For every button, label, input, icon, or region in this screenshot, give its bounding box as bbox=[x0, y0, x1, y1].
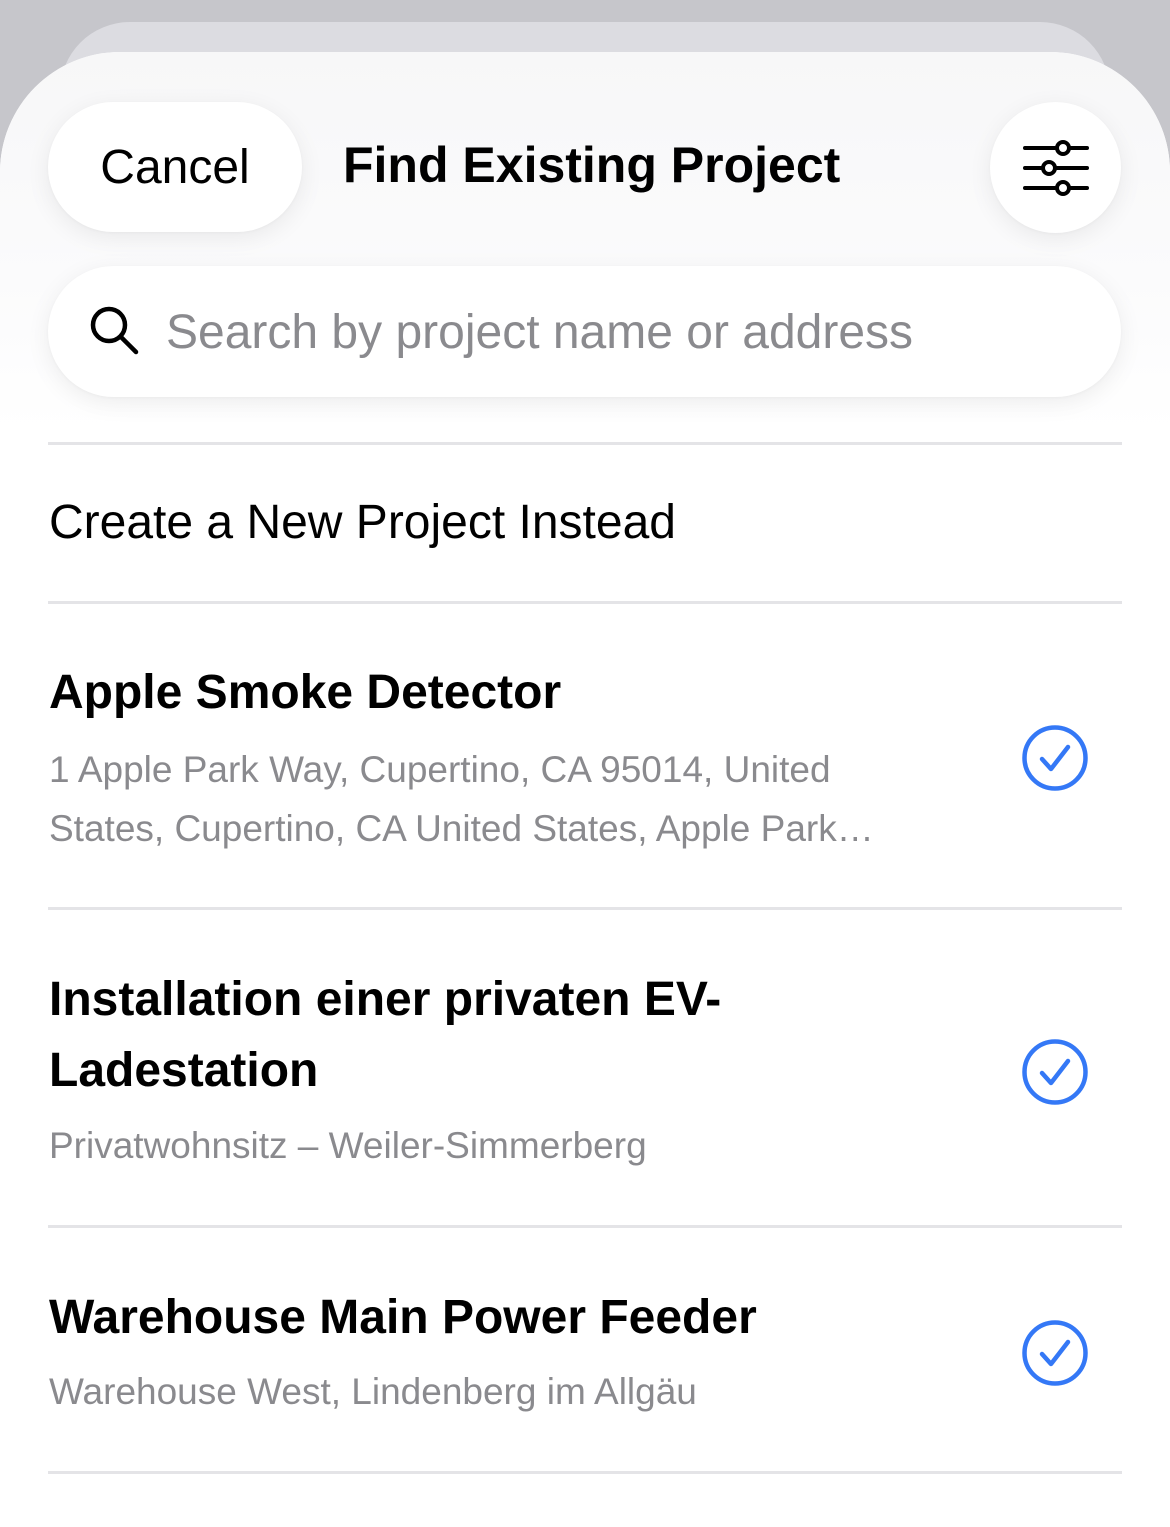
create-new-project-link[interactable]: Create a New Project Instead bbox=[49, 495, 676, 550]
project-address-line-2: States, Cupertino, CA United States, App… bbox=[49, 808, 874, 849]
project-address: Privatwohnsitz – Weiler-Simmerberg bbox=[49, 1125, 647, 1166]
sliders-icon bbox=[1022, 139, 1089, 196]
project-title-line-1: Installation einer privaten EV- bbox=[49, 973, 722, 1026]
checkmark-circle-icon bbox=[1022, 725, 1088, 791]
project-row-ev-ladestation[interactable]: Installation einer privaten EV- Ladestat… bbox=[0, 910, 1170, 1225]
filter-button[interactable] bbox=[990, 102, 1121, 233]
checkmark-circle-icon bbox=[1022, 1320, 1088, 1386]
cancel-button[interactable]: Cancel bbox=[48, 102, 302, 232]
cancel-button-label: Cancel bbox=[100, 140, 250, 194]
page-title: Find Existing Project bbox=[343, 137, 841, 193]
project-title-line-2: Ladestation bbox=[49, 1044, 319, 1097]
project-address: Warehouse West, Lindenberg im Allgäu bbox=[49, 1371, 697, 1412]
project-address-line-1: 1 Apple Park Way, Cupertino, CA 95014, U… bbox=[49, 749, 831, 790]
project-row-apple-smoke-detector[interactable]: Apple Smoke Detector 1 Apple Park Way, C… bbox=[0, 604, 1170, 908]
search-icon bbox=[90, 306, 139, 355]
find-project-sheet: Cancel Find Existing Project Create a bbox=[0, 52, 1170, 1527]
project-title: Warehouse Main Power Feeder bbox=[49, 1291, 757, 1344]
divider bbox=[48, 442, 1122, 445]
checkmark-circle-icon bbox=[1022, 1039, 1088, 1105]
project-row-warehouse-main-power-feeder[interactable]: Warehouse Main Power Feeder Warehouse We… bbox=[0, 1228, 1170, 1472]
project-title: Apple Smoke Detector bbox=[49, 666, 562, 719]
divider bbox=[48, 1471, 1122, 1474]
search-input[interactable] bbox=[166, 302, 1066, 362]
